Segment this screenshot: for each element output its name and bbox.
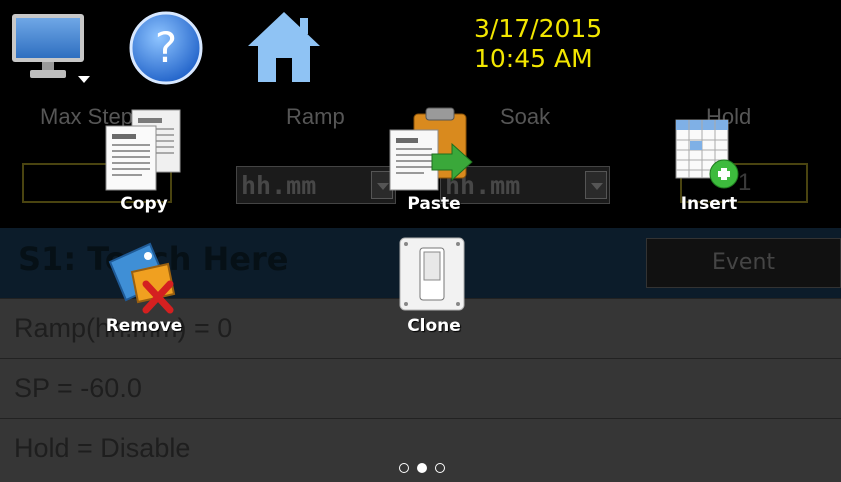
monitor-icon[interactable]	[10, 12, 92, 84]
soak-label: Soak	[500, 104, 551, 129]
page-dot-1[interactable]	[399, 463, 409, 473]
list-item[interactable]: SP = -60.0	[0, 358, 841, 418]
top-bar	[0, 0, 841, 92]
clone-label: Clone	[407, 316, 461, 336]
ramp-units-value: hh.mm	[241, 171, 317, 200]
remove-button[interactable]: Remove	[96, 238, 192, 340]
sp-row-text: SP = -60.0	[14, 373, 142, 403]
clone-icon	[399, 237, 465, 311]
page-indicator	[397, 461, 461, 477]
paste-label: Paste	[407, 194, 461, 214]
page-dot-2[interactable]	[417, 463, 427, 473]
ramp-units-select[interactable]: hh.mm	[236, 166, 396, 204]
paste-icon	[389, 107, 473, 191]
insert-label: Insert	[680, 194, 738, 214]
chevron-down-icon[interactable]	[585, 171, 607, 199]
insert-icon	[675, 119, 739, 189]
remove-label: Remove	[105, 316, 183, 336]
home-icon[interactable]	[246, 8, 322, 84]
copy-label: Copy	[120, 194, 168, 214]
clone-button[interactable]: Clone	[386, 236, 482, 340]
help-icon[interactable]: ?	[128, 10, 204, 86]
remove-icon	[108, 242, 176, 314]
date-time: 3/17/2015 10:45 AM	[474, 14, 602, 74]
ramp-label: Ramp	[286, 104, 345, 129]
date-text: 3/17/2015	[474, 14, 603, 43]
svg-text:?: ?	[155, 23, 177, 72]
copy-button[interactable]: Copy	[98, 108, 190, 218]
paste-button[interactable]: Paste	[386, 106, 482, 218]
copy-icon	[105, 109, 181, 191]
event-button[interactable]: Event	[646, 238, 841, 288]
insert-button[interactable]: Insert	[666, 116, 752, 218]
hold-row-text: Hold = Disable	[14, 433, 191, 463]
page-dot-3[interactable]	[435, 463, 445, 473]
time-text: 10:45 AM	[474, 44, 593, 73]
